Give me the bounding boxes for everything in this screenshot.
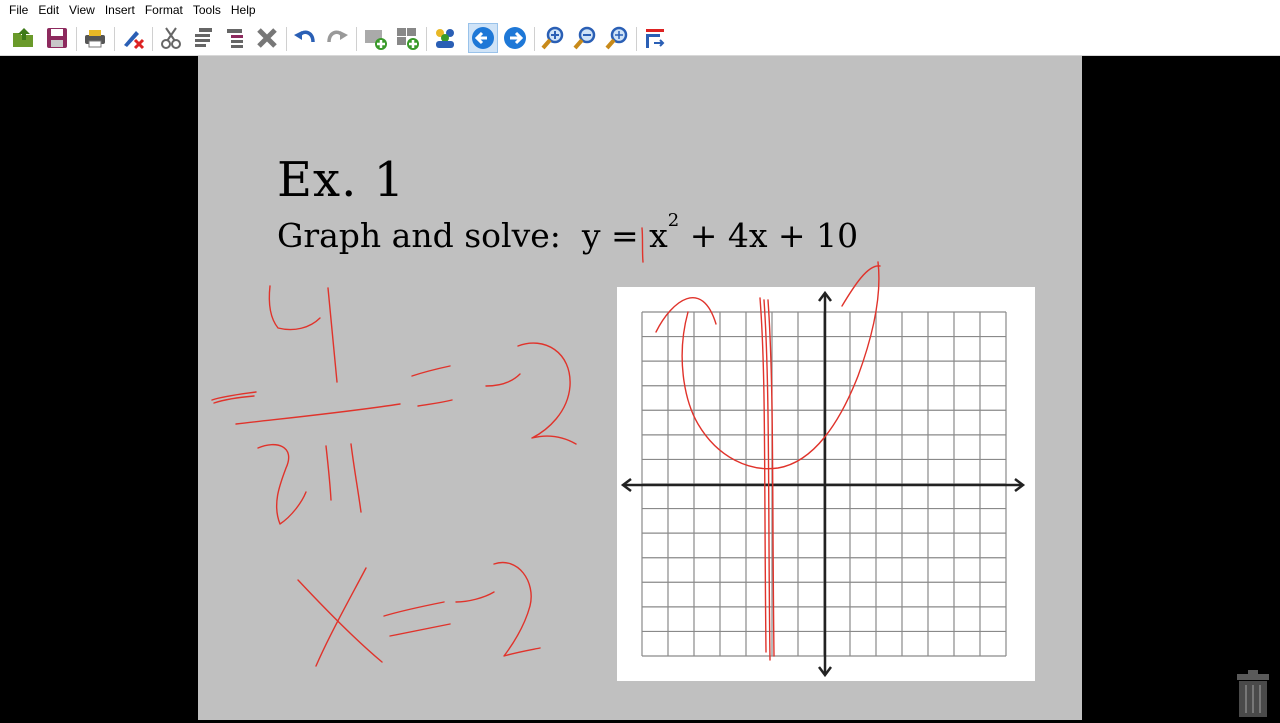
save-button[interactable] bbox=[42, 23, 72, 53]
problem-suffix: + 4x + 10 bbox=[679, 216, 859, 255]
ink-stroke bbox=[315, 567, 367, 667]
problem-prefix: Graph and solve: y = bbox=[277, 216, 650, 255]
redo-button[interactable] bbox=[322, 23, 352, 53]
magnifier-fit-icon bbox=[605, 26, 628, 50]
ink-stroke bbox=[257, 444, 307, 525]
ink-stroke bbox=[383, 601, 445, 617]
problem-statement: Graph and solve: y = x2 + 4x + 10 bbox=[277, 210, 859, 255]
ink-stroke bbox=[350, 443, 362, 513]
ink-stroke bbox=[297, 579, 383, 663]
zoom-out-button[interactable] bbox=[570, 23, 600, 53]
undo-arrow-icon bbox=[294, 30, 315, 43]
page-plus-icon bbox=[365, 30, 387, 50]
pages-plus-icon bbox=[397, 28, 419, 50]
paste-button[interactable] bbox=[220, 23, 250, 53]
scissors-icon bbox=[161, 27, 181, 49]
menu-file[interactable]: File bbox=[4, 0, 33, 21]
cut-button[interactable] bbox=[156, 23, 186, 53]
arrow-right-circle-icon bbox=[504, 27, 526, 49]
undo-button[interactable] bbox=[290, 23, 320, 53]
new-page-button[interactable] bbox=[360, 23, 390, 53]
menu-view[interactable]: View bbox=[64, 0, 100, 21]
copy-button[interactable] bbox=[188, 23, 218, 53]
ink-stroke bbox=[417, 399, 453, 407]
ink-stroke bbox=[485, 373, 521, 387]
next-page-button[interactable] bbox=[500, 23, 530, 53]
ink-stroke bbox=[455, 591, 495, 603]
floppy-disk-icon bbox=[47, 28, 67, 48]
delete-button[interactable] bbox=[252, 23, 282, 53]
pen-x-icon bbox=[124, 31, 145, 50]
duplicate-page-button[interactable] bbox=[392, 23, 422, 53]
copy-pages-icon bbox=[195, 28, 212, 47]
menu-format[interactable]: Format bbox=[140, 0, 188, 21]
ink-stroke bbox=[327, 287, 338, 383]
ink-stroke bbox=[389, 623, 451, 637]
grid-graph bbox=[620, 290, 1026, 678]
ink-stroke bbox=[517, 342, 577, 445]
zoom-in-button[interactable] bbox=[538, 23, 568, 53]
people-icon bbox=[436, 29, 454, 48]
magnifier-minus-icon bbox=[573, 26, 596, 50]
ink-stroke bbox=[493, 561, 541, 657]
menu-help[interactable]: Help bbox=[226, 0, 261, 21]
clipboard-icon bbox=[227, 29, 243, 48]
trash-can-button[interactable] bbox=[1235, 668, 1271, 718]
fit-width-button[interactable] bbox=[640, 23, 670, 53]
whiteboard-page[interactable]: Ex. 1 Graph and solve: y = x2 + 4x + 10 bbox=[198, 56, 1082, 720]
x-delete-icon bbox=[257, 28, 277, 48]
previous-page-button[interactable] bbox=[468, 23, 498, 53]
fit-width-icon bbox=[646, 29, 665, 48]
trash-can-icon bbox=[1237, 670, 1269, 717]
slide-title: Ex. 1 bbox=[277, 152, 406, 208]
menu-edit[interactable]: Edit bbox=[33, 0, 64, 21]
ink-stroke bbox=[411, 365, 451, 377]
print-button[interactable] bbox=[80, 23, 110, 53]
ink-stroke bbox=[211, 391, 257, 401]
problem-exponent: 2 bbox=[667, 210, 680, 231]
magnifier-plus-icon bbox=[541, 26, 564, 50]
clear-ink-button[interactable] bbox=[118, 23, 148, 53]
ink-stroke bbox=[235, 403, 401, 425]
ink-stroke bbox=[325, 445, 332, 501]
ink-stroke bbox=[268, 285, 321, 331]
problem-variable: x bbox=[649, 216, 668, 255]
printer-icon bbox=[85, 30, 105, 48]
coordinate-grid bbox=[617, 287, 1035, 681]
ink-stroke bbox=[213, 395, 255, 404]
menu-bar: File Edit View Insert Format Tools Help bbox=[0, 0, 1280, 21]
folder-open-icon bbox=[13, 28, 33, 47]
arrow-left-circle-icon bbox=[472, 27, 494, 49]
users-button[interactable] bbox=[430, 23, 460, 53]
menu-insert[interactable]: Insert bbox=[100, 0, 140, 21]
redo-arrow-icon bbox=[327, 30, 348, 43]
open-button[interactable] bbox=[9, 23, 39, 53]
zoom-fit-button[interactable] bbox=[602, 23, 632, 53]
menu-tools[interactable]: Tools bbox=[188, 0, 226, 21]
toolbar bbox=[0, 21, 1280, 56]
